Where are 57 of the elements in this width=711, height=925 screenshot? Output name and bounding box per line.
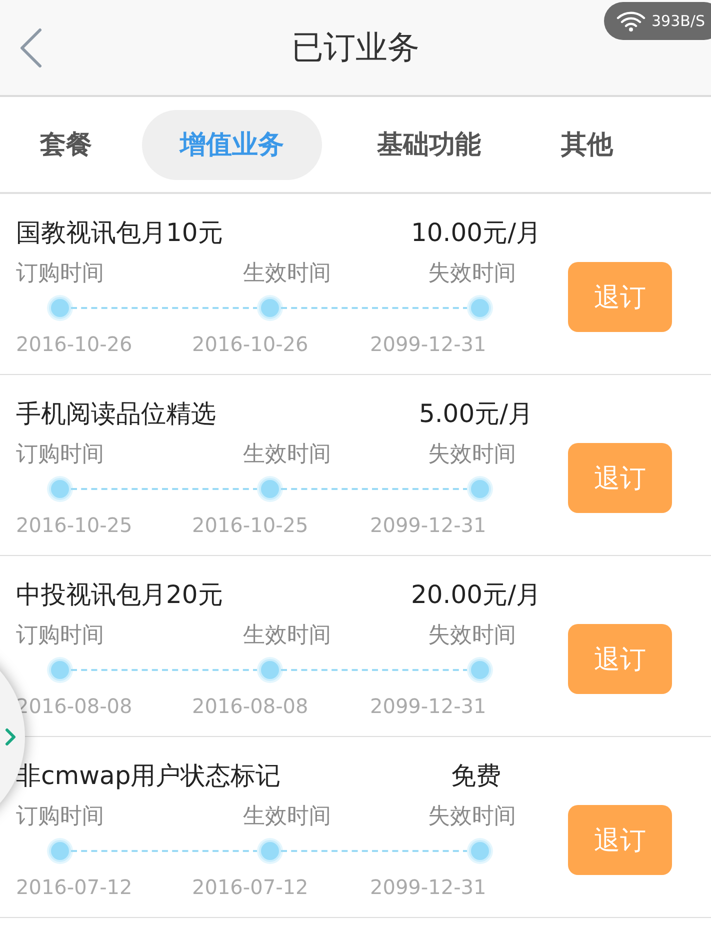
tab[interactable]: 套餐 xyxy=(30,110,102,180)
timeline-label: 失效时间 xyxy=(428,441,517,469)
tab[interactable]: 增值业务 xyxy=(142,110,322,180)
timeline-dot xyxy=(49,297,71,319)
timeline-dot xyxy=(469,478,491,500)
timeline-label: 生效时间 xyxy=(243,441,332,469)
timeline-label: 订购时间 xyxy=(16,622,105,650)
timeline-dot xyxy=(469,840,491,862)
timeline-label: 失效时间 xyxy=(428,622,517,650)
timeline-date: 2016-08-08 xyxy=(192,694,310,718)
timeline-date: 2016-07-12 xyxy=(16,875,134,899)
timeline-date: 2016-10-26 xyxy=(16,332,134,356)
unsubscribe-button[interactable]: 退订 xyxy=(568,262,672,332)
tab[interactable]: 基础功能 xyxy=(352,110,506,180)
timeline-date: 2016-10-25 xyxy=(192,513,310,537)
timeline-date: 2016-10-26 xyxy=(192,332,310,356)
wifi-icon xyxy=(616,10,646,32)
page-title: 已订业务 xyxy=(292,26,420,68)
service-name: 手机阅读品位精选 xyxy=(16,398,217,430)
service-price: 5.00元/月 xyxy=(418,398,534,430)
timeline-date: 2016-10-25 xyxy=(16,513,134,537)
timeline-label: 失效时间 xyxy=(428,803,517,831)
timeline-dot xyxy=(469,297,491,319)
service-price: 免费 xyxy=(450,760,502,792)
timeline-label: 订购时间 xyxy=(16,260,105,288)
timeline-dot xyxy=(49,840,71,862)
timeline-label: 生效时间 xyxy=(243,803,332,831)
timeline-dot xyxy=(49,659,71,681)
unsubscribe-button[interactable]: 退订 xyxy=(568,805,672,875)
chevron-right-icon xyxy=(5,728,17,746)
timeline-date: 2099-12-31 xyxy=(370,513,488,537)
timeline-label: 生效时间 xyxy=(243,622,332,650)
timeline-dot xyxy=(469,659,491,681)
timeline-date: 2016-07-12 xyxy=(192,875,310,899)
timeline-dot xyxy=(49,478,71,500)
timeline-dot xyxy=(259,659,281,681)
timeline-label: 订购时间 xyxy=(16,803,105,831)
timeline-date: 2099-12-31 xyxy=(370,332,488,356)
timeline-label: 失效时间 xyxy=(428,260,517,288)
service-name: 非cmwap用户状态标记 xyxy=(16,760,282,792)
timeline-dot xyxy=(259,478,281,500)
back-icon[interactable] xyxy=(19,28,43,68)
service-name: 国教视讯包月10元 xyxy=(16,216,224,248)
tab[interactable]: 其他 xyxy=(536,110,638,180)
timeline-dot xyxy=(259,840,281,862)
timeline-label: 订购时间 xyxy=(16,441,105,469)
service-price: 10.00元/月 xyxy=(410,216,542,248)
timeline-dot xyxy=(259,297,281,319)
service-name: 中投视讯包月20元 xyxy=(16,578,224,610)
timeline-label: 生效时间 xyxy=(243,260,332,288)
service-price: 20.00元/月 xyxy=(410,578,542,610)
unsubscribe-button[interactable]: 退订 xyxy=(568,443,672,513)
timeline-date: 2099-12-31 xyxy=(370,694,488,718)
unsubscribe-button[interactable]: 退订 xyxy=(568,624,672,694)
timeline-date: 2016-08-08 xyxy=(16,694,134,718)
timeline-date: 2099-12-31 xyxy=(370,875,488,899)
network-speed: 393B/S xyxy=(652,12,705,30)
